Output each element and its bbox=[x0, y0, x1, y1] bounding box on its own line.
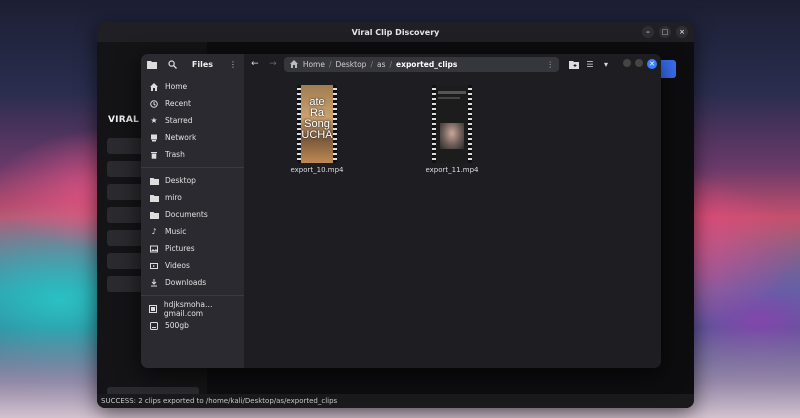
close-icon[interactable]: ✕ bbox=[647, 59, 657, 69]
folder-icon[interactable] bbox=[147, 59, 157, 69]
sidebar-item-label: Network bbox=[165, 133, 197, 142]
drive-icon bbox=[149, 321, 159, 331]
sidebar-item-label: miro bbox=[165, 193, 182, 202]
chevron-down-icon[interactable]: ▾ bbox=[601, 59, 611, 69]
sidebar-item-label: 500gb bbox=[165, 321, 189, 330]
sidebar-item-recent[interactable]: Recent bbox=[141, 95, 244, 112]
menu-kebab-icon[interactable]: ⋮ bbox=[228, 59, 238, 69]
download-icon bbox=[149, 278, 159, 288]
file-chooser-window: Files ⋮ Home Recent ★ Starred Network Tr… bbox=[141, 54, 661, 368]
sidebar-item-videos[interactable]: Videos bbox=[141, 257, 244, 274]
file-name: export_10.mp4 bbox=[290, 166, 344, 174]
back-button[interactable]: ← bbox=[248, 57, 262, 71]
files-content: ← → Home / Desktop / as / exported_clips… bbox=[244, 54, 661, 368]
music-icon: ♪ bbox=[151, 227, 157, 236]
maximize-button[interactable] bbox=[635, 59, 643, 67]
thumbnail-text: ate Ra Song UCHA bbox=[301, 96, 333, 141]
new-folder-icon[interactable] bbox=[569, 59, 579, 69]
path-segment-home[interactable]: Home bbox=[303, 60, 325, 69]
sidebar-item-500gb[interactable]: 500gb bbox=[141, 317, 244, 334]
account-icon bbox=[149, 304, 158, 314]
app-titlebar: Viral Clip Discovery – □ × bbox=[97, 22, 694, 42]
search-icon[interactable] bbox=[167, 59, 177, 69]
star-icon: ★ bbox=[150, 116, 158, 125]
sidebar-item-label: Music bbox=[165, 227, 187, 236]
minimize-button[interactable] bbox=[623, 59, 631, 67]
sidebar-item-downloads[interactable]: Downloads bbox=[141, 274, 244, 291]
file-item-export-10[interactable]: ate Ra Song UCHA export_10.mp4 bbox=[282, 85, 352, 174]
sidebar-item-label: Starred bbox=[165, 116, 193, 125]
sidebar-item-label: Desktop bbox=[165, 176, 196, 185]
app-title: Viral Clip Discovery bbox=[351, 27, 440, 37]
document-icon bbox=[149, 210, 159, 220]
list-view-icon[interactable]: ☰ bbox=[585, 59, 595, 69]
files-sidebar: Files ⋮ Home Recent ★ Starred Network Tr… bbox=[141, 54, 244, 368]
sidebar-item-network[interactable]: Network bbox=[141, 129, 244, 146]
files-header: Files ⋮ bbox=[141, 54, 244, 74]
sidebar-item-label: Videos bbox=[165, 261, 190, 270]
files-toolbar: ← → Home / Desktop / as / exported_clips… bbox=[244, 54, 661, 74]
status-bar: SUCCESS: 2 clips exported to /home/kali/… bbox=[97, 394, 694, 408]
maximize-button[interactable]: □ bbox=[659, 26, 671, 38]
path-segment-current[interactable]: exported_clips bbox=[396, 60, 457, 69]
home-icon bbox=[149, 82, 159, 92]
sidebar-item-trash[interactable]: Trash bbox=[141, 146, 244, 163]
folder-icon bbox=[149, 193, 159, 203]
home-icon bbox=[289, 59, 299, 69]
sidebar-item-pictures[interactable]: Pictures bbox=[141, 240, 244, 257]
sidebar-divider bbox=[141, 295, 244, 296]
close-button[interactable]: × bbox=[676, 26, 688, 38]
picture-icon bbox=[149, 244, 159, 254]
sidebar-item-label: Trash bbox=[165, 150, 185, 159]
sidebar-item-label: Documents bbox=[165, 210, 208, 219]
video-thumbnail bbox=[432, 85, 472, 163]
path-segment-as[interactable]: as bbox=[377, 60, 386, 69]
file-item-export-11[interactable]: export_11.mp4 bbox=[417, 85, 487, 174]
sidebar-divider bbox=[141, 167, 244, 168]
path-menu-icon[interactable]: ⋮ bbox=[547, 60, 555, 69]
files-title: Files bbox=[191, 59, 214, 69]
file-name: export_11.mp4 bbox=[425, 166, 479, 174]
path-segment-desktop[interactable]: Desktop bbox=[336, 60, 367, 69]
clock-icon bbox=[149, 99, 159, 109]
video-thumbnail: ate Ra Song UCHA bbox=[297, 85, 337, 163]
video-icon bbox=[149, 261, 159, 271]
sidebar-item-label: Pictures bbox=[165, 244, 195, 253]
sidebar-item-account[interactable]: hdjksmoha… gmail.com bbox=[141, 299, 244, 318]
sidebar-item-music[interactable]: ♪ Music bbox=[141, 223, 244, 240]
path-bar[interactable]: Home / Desktop / as / exported_clips ⋮ bbox=[283, 56, 559, 72]
sidebar-item-label: Downloads bbox=[165, 278, 207, 287]
minimize-button[interactable]: – bbox=[642, 26, 654, 38]
sidebar-item-starred[interactable]: ★ Starred bbox=[141, 112, 244, 129]
sidebar-item-home[interactable]: Home bbox=[141, 78, 244, 95]
sidebar-item-miro[interactable]: miro bbox=[141, 189, 244, 206]
folder-icon bbox=[149, 176, 159, 186]
sidebar-item-documents[interactable]: Documents bbox=[141, 206, 244, 223]
trash-icon bbox=[149, 150, 159, 160]
sidebar-item-desktop[interactable]: Desktop bbox=[141, 172, 244, 189]
sidebar-item-label: Recent bbox=[165, 99, 191, 108]
sidebar-item-label: Home bbox=[165, 82, 188, 91]
network-icon bbox=[149, 133, 159, 143]
forward-button[interactable]: → bbox=[266, 57, 280, 71]
sidebar-item-label: hdjksmoha… gmail.com bbox=[163, 299, 213, 318]
